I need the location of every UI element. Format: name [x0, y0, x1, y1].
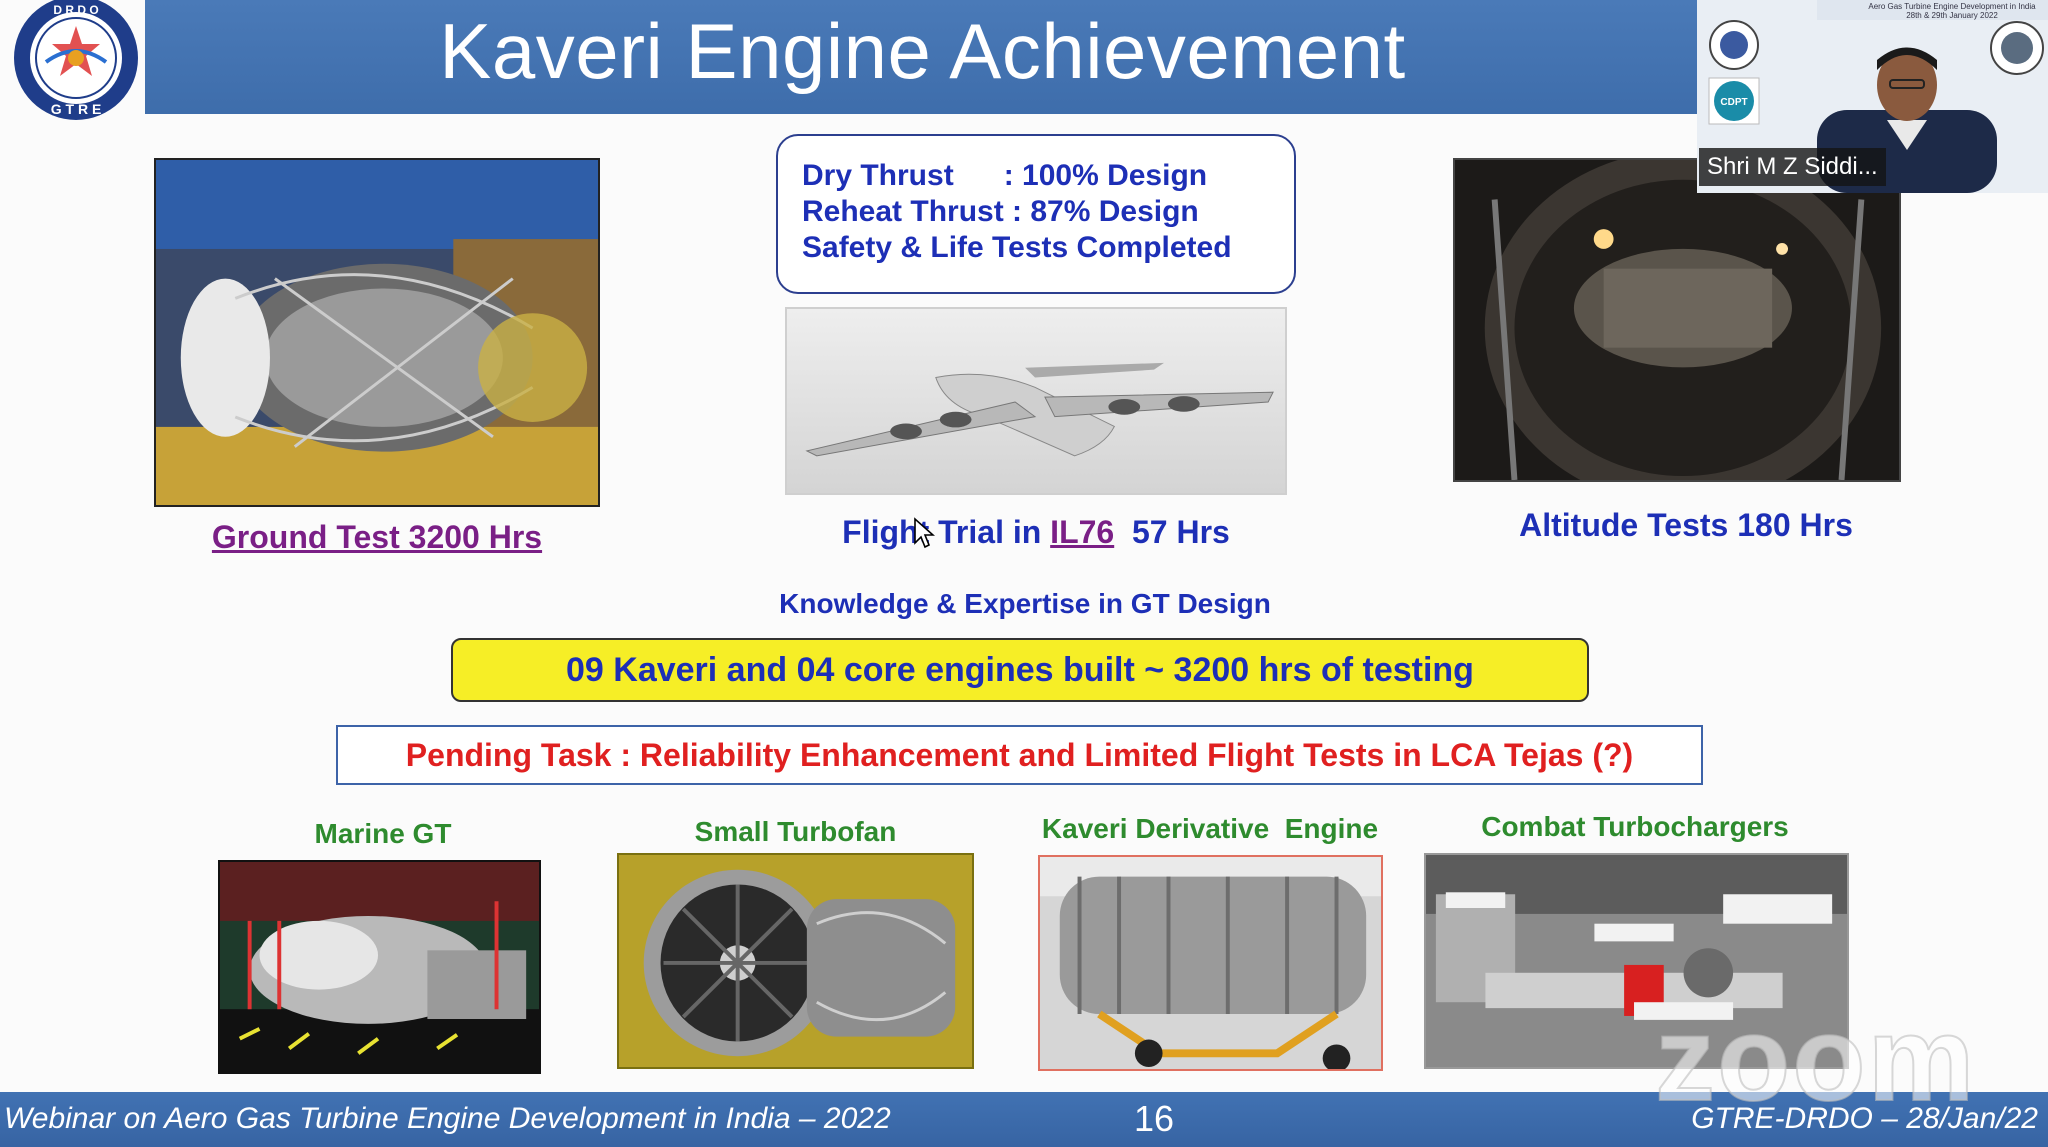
footer-webinar-title: Webinar on Aero Gas Turbine Engine Devel…: [4, 1102, 891, 1135]
cdpt-badge-text: CDPT: [1720, 97, 1747, 108]
page-number: 16: [1134, 1098, 1175, 1139]
il76-link[interactable]: IL76: [1050, 514, 1114, 550]
small-turbofan-label: Small Turbofan: [694, 816, 897, 847]
speaker-name-label: Shri M Z Siddi...: [1699, 148, 1886, 186]
marine-gt-photo: [218, 860, 541, 1074]
mouse-cursor-icon: [914, 517, 935, 549]
il76-aircraft-photo: [785, 307, 1287, 495]
video-banner-line1: Aero Gas Turbine Engine Development in I…: [1868, 2, 2036, 11]
combat-turbochargers-label: Combat Turbochargers: [1481, 811, 1789, 842]
drdo-gtre-logo: D R D O G T R E: [10, 0, 142, 122]
zoom-watermark: zoom: [1654, 991, 1977, 1127]
kaveri-derivative-engine-photo: [1038, 855, 1383, 1071]
ground-test-caption: Ground Test 3200 Hrs: [211, 519, 543, 555]
zoom-speaker-video[interactable]: Aero Gas Turbine Engine Development in I…: [1697, 0, 2048, 193]
flight-trial-hours: 57 Hrs: [1114, 514, 1230, 550]
safety-tests-spec: Safety & Life Tests Completed: [802, 231, 1232, 264]
dry-thrust-spec: Dry Thrust : 100% Design: [802, 159, 1208, 192]
ground-test-engine-photo: [154, 158, 600, 507]
engines-built-banner: 09 Kaveri and 04 core engines built ~ 32…: [451, 638, 1589, 702]
knowledge-caption: Knowledge & Expertise in GT Design: [779, 588, 1271, 619]
altitude-test-caption: Altitude Tests 180 Hrs: [1519, 507, 1853, 543]
small-turbofan-photo: [617, 853, 974, 1069]
slide-title: Kaveri Engine Achievement: [439, 7, 1406, 95]
slide-header: Kaveri Engine Achievement: [145, 0, 1700, 114]
marine-gt-label: Marine GT: [314, 818, 452, 849]
thrust-specs-box: Dry Thrust : 100% Design Reheat Thrust :…: [776, 134, 1296, 294]
reheat-thrust-spec: Reheat Thrust : 87% Design: [802, 195, 1199, 228]
flight-trial-caption: Flight Trial in IL76 57 Hrs: [770, 514, 1302, 551]
logo-text-bottom: G T R E: [51, 101, 102, 117]
kaveri-derivative-label: Kaveri Derivative Engine: [1041, 813, 1379, 844]
flight-trial-prefix: Flight Trial in: [842, 514, 1051, 550]
logo-text-top: D R D O: [53, 3, 98, 17]
video-banner-line2: 28th & 29th January 2022: [1906, 11, 1998, 20]
pending-task-banner: Pending Task : Reliability Enhancement a…: [336, 725, 1703, 785]
presentation-slide: D R D O G T R E Kaveri Engine Achievemen…: [0, 0, 2048, 1147]
altitude-test-chamber-photo: [1453, 158, 1901, 482]
